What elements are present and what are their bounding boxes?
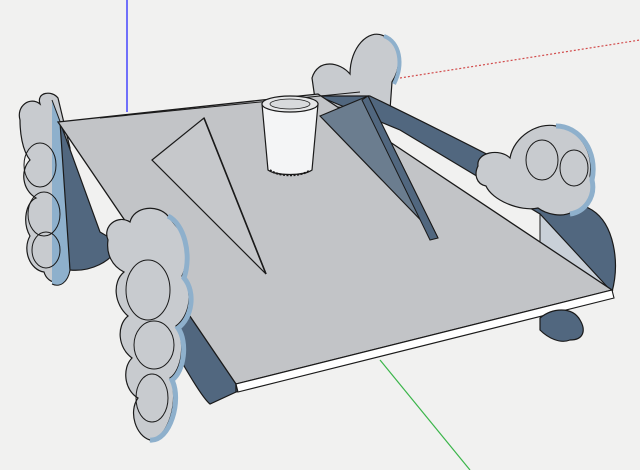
scene-canvas[interactable] bbox=[0, 0, 640, 470]
lobed-part-front-right[interactable] bbox=[539, 309, 584, 342]
red-axis bbox=[399, 39, 640, 79]
cup[interactable] bbox=[261, 95, 319, 177]
lobed-part-front-left[interactable] bbox=[106, 207, 194, 443]
green-axis bbox=[379, 359, 471, 470]
lobed-part-back-right-outer[interactable] bbox=[475, 123, 596, 217]
3d-modeling-viewport[interactable] bbox=[0, 0, 640, 470]
